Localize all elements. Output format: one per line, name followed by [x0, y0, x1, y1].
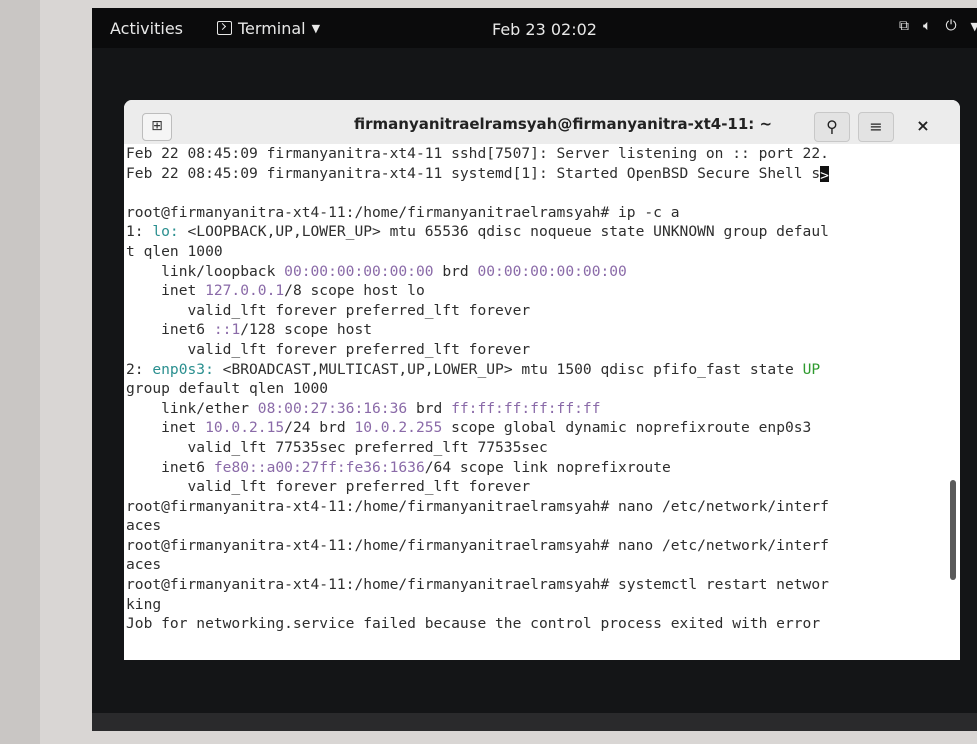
- terminal-text: inet: [126, 419, 206, 437]
- terminal-line: valid_lft forever preferred_lft forever: [126, 340, 938, 360]
- terminal-line: 2: enp0s3: <BROADCAST,MULTICAST,UP,LOWER…: [126, 360, 938, 380]
- terminal-text: 1:: [126, 223, 153, 241]
- network-icon: ⧉: [899, 18, 910, 34]
- terminal-text: 10.0.2.15: [205, 419, 285, 437]
- system-status-menu[interactable]: ⧉ 🔈︎ ⏻ ▼: [899, 18, 977, 34]
- new-tab-button[interactable]: ⊞: [142, 113, 172, 141]
- terminal-text: <LOOPBACK,UP,LOWER_UP> mtu 65536 qdisc n…: [178, 223, 829, 241]
- close-icon: ×: [916, 116, 930, 135]
- terminal-line: root@firmanyanitra-xt4-11:/home/firmanya…: [126, 575, 938, 595]
- terminal-text: valid_lft forever preferred_lft forever: [126, 340, 531, 358]
- terminal-line: Feb 22 08:45:09 firmanyanitra-xt4-11 ssh…: [126, 144, 938, 164]
- terminal-text: group default qlen 1000: [126, 380, 329, 398]
- plus-icon: ⊞: [151, 118, 163, 134]
- app-menu-button[interactable]: Terminal ▼: [217, 19, 320, 38]
- terminal-text: root@firmanyanitra-xt4-11:/home/firmanya…: [126, 536, 829, 554]
- terminal-text: inet6: [126, 458, 214, 476]
- terminal-window: ⊞ firmanyanitraelramsyah@firmanyanitra-x…: [124, 100, 960, 660]
- terminal-text: UP: [802, 360, 821, 378]
- terminal-text: Feb 22 08:45:09 firmanyanitra-xt4-11 ssh…: [126, 145, 829, 162]
- terminal-text: inet: [126, 282, 206, 300]
- terminal-text: scope global dynamic noprefixroute enp0s…: [442, 419, 812, 437]
- terminal-text: enp0s3:: [152, 360, 214, 378]
- terminal-text: 00:00:00:00:00:00: [477, 262, 627, 280]
- terminal-line: group default qlen 1000: [126, 379, 938, 399]
- terminal-text: 00:00:00:00:00:00: [284, 262, 434, 280]
- terminal-text: lo:: [152, 223, 179, 241]
- terminal-text: ff:ff:ff:ff:ff:ff: [451, 399, 601, 417]
- search-button[interactable]: ⚲: [814, 112, 850, 142]
- activities-button[interactable]: Activities: [104, 15, 189, 42]
- close-button[interactable]: ×: [906, 112, 940, 140]
- terminal-line: 1: lo: <LOOPBACK,UP,LOWER_UP> mtu 65536 …: [126, 222, 938, 242]
- terminal-text: <BROADCAST,MULTICAST,UP,LOWER_UP> mtu 15…: [213, 360, 803, 378]
- chevron-down-icon: ▼: [311, 21, 321, 35]
- terminal-text: Job for networking.service failed becaus…: [126, 615, 821, 633]
- terminal-line: Feb 22 08:45:09 firmanyanitra-xt4-11 sys…: [126, 164, 938, 184]
- terminal-line: inet6 ::1/128 scope host: [126, 320, 938, 340]
- terminal-line: link/loopback 00:00:00:00:00:00 brd 00:0…: [126, 262, 938, 282]
- terminal-text: Feb 22 08:45:09 firmanyanitra-xt4-11 sys…: [126, 164, 821, 182]
- terminal-text: aces: [126, 517, 162, 535]
- hamburger-menu-button[interactable]: ≡: [858, 112, 894, 142]
- terminal-line: t qlen 1000: [126, 242, 938, 262]
- terminal-text: /8 scope host lo: [284, 282, 425, 300]
- terminal-text: ::1: [213, 321, 241, 339]
- chevron-down-icon: ▼: [971, 20, 977, 33]
- window-title: firmanyanitraelramsyah@firmanyanitra-xt4…: [354, 115, 773, 133]
- terminal-text: 08:00:27:36:16:36: [257, 399, 408, 417]
- terminal-line: root@firmanyanitra-xt4-11:/home/firmanya…: [126, 497, 938, 517]
- terminal-text: valid_lft forever preferred_lft forever: [126, 478, 531, 496]
- gnome-top-bar: Activities Terminal ▼ Feb 23 02:02 ⧉ 🔈︎ …: [92, 8, 977, 48]
- terminal-line: Job for networking.service failed becaus…: [126, 614, 938, 634]
- terminal-line: valid_lft 77535sec preferred_lft 77535se…: [126, 438, 938, 458]
- terminal-text: fe80::a00:27ff:fe36:1636: [213, 458, 425, 476]
- terminal-text: root@firmanyanitra-xt4-11:/home/firmanya…: [126, 497, 829, 515]
- terminal-text: 127.0.0.1: [205, 282, 285, 300]
- terminal-cursor: >: [820, 165, 830, 184]
- terminal-text: link/ether: [126, 399, 258, 417]
- terminal-text: /128 scope host: [240, 321, 373, 339]
- terminal-text: valid_lft forever preferred_lft forever: [126, 301, 531, 319]
- terminal-text: 2:: [126, 360, 153, 378]
- terminal-text: brd: [433, 262, 478, 280]
- terminal-line: root@firmanyanitra-xt4-11:/home/firmanya…: [126, 536, 938, 556]
- terminal-line: aces: [126, 555, 938, 575]
- terminal-line: valid_lft forever preferred_lft forever: [126, 477, 938, 497]
- terminal-text: 10.0.2.255: [354, 419, 443, 437]
- terminal-line: king: [126, 595, 938, 615]
- terminal-text: root@firmanyanitra-xt4-11:/home/firmanya…: [126, 203, 680, 221]
- search-icon: ⚲: [826, 117, 838, 136]
- terminal-line: inet 10.0.2.15/24 brd 10.0.2.255 scope g…: [126, 418, 938, 438]
- terminal-line: inet6 fe80::a00:27ff:fe36:1636/64 scope …: [126, 458, 938, 478]
- terminal-text: link/loopback: [126, 262, 285, 280]
- monitor-bezel: Activities Terminal ▼ Feb 23 02:02 ⧉ 🔈︎ …: [40, 0, 977, 744]
- terminal-line: root@firmanyanitra-xt4-11:/home/firmanya…: [126, 203, 938, 223]
- terminal-icon: [217, 21, 232, 35]
- terminal-text: aces: [126, 556, 162, 574]
- terminal-output[interactable]: Feb 22 08:45:09 firmanyanitra-xt4-11 ssh…: [124, 144, 960, 660]
- clock-button[interactable]: Feb 23 02:02: [492, 20, 597, 39]
- terminal-line: inet 127.0.0.1/8 scope host lo: [126, 281, 938, 301]
- terminal-text: valid_lft 77535sec preferred_lft 77535se…: [126, 438, 548, 456]
- app-menu-label: Terminal: [238, 18, 306, 38]
- terminal-text: brd: [407, 399, 452, 417]
- volume-icon: 🔈︎: [923, 18, 932, 34]
- menu-icon: ≡: [869, 117, 883, 136]
- terminal-line: aces: [126, 516, 938, 536]
- terminal-text: king: [126, 595, 162, 613]
- terminal-text: root@firmanyanitra-xt4-11:/home/firmanya…: [126, 576, 829, 594]
- terminal-line: valid_lft forever preferred_lft forever: [126, 301, 938, 321]
- scrollbar[interactable]: [950, 480, 956, 580]
- terminal-text: inet6: [126, 321, 214, 339]
- terminal-text: /24 brd: [284, 419, 355, 437]
- power-icon: ⏻: [945, 18, 957, 34]
- terminal-line: link/ether 08:00:27:36:16:36 brd ff:ff:f…: [126, 399, 938, 419]
- terminal-text: /64 scope link noprefixroute: [424, 458, 671, 476]
- desktop-screen: Activities Terminal ▼ Feb 23 02:02 ⧉ 🔈︎ …: [92, 8, 977, 731]
- terminal-text: t qlen 1000: [126, 242, 223, 260]
